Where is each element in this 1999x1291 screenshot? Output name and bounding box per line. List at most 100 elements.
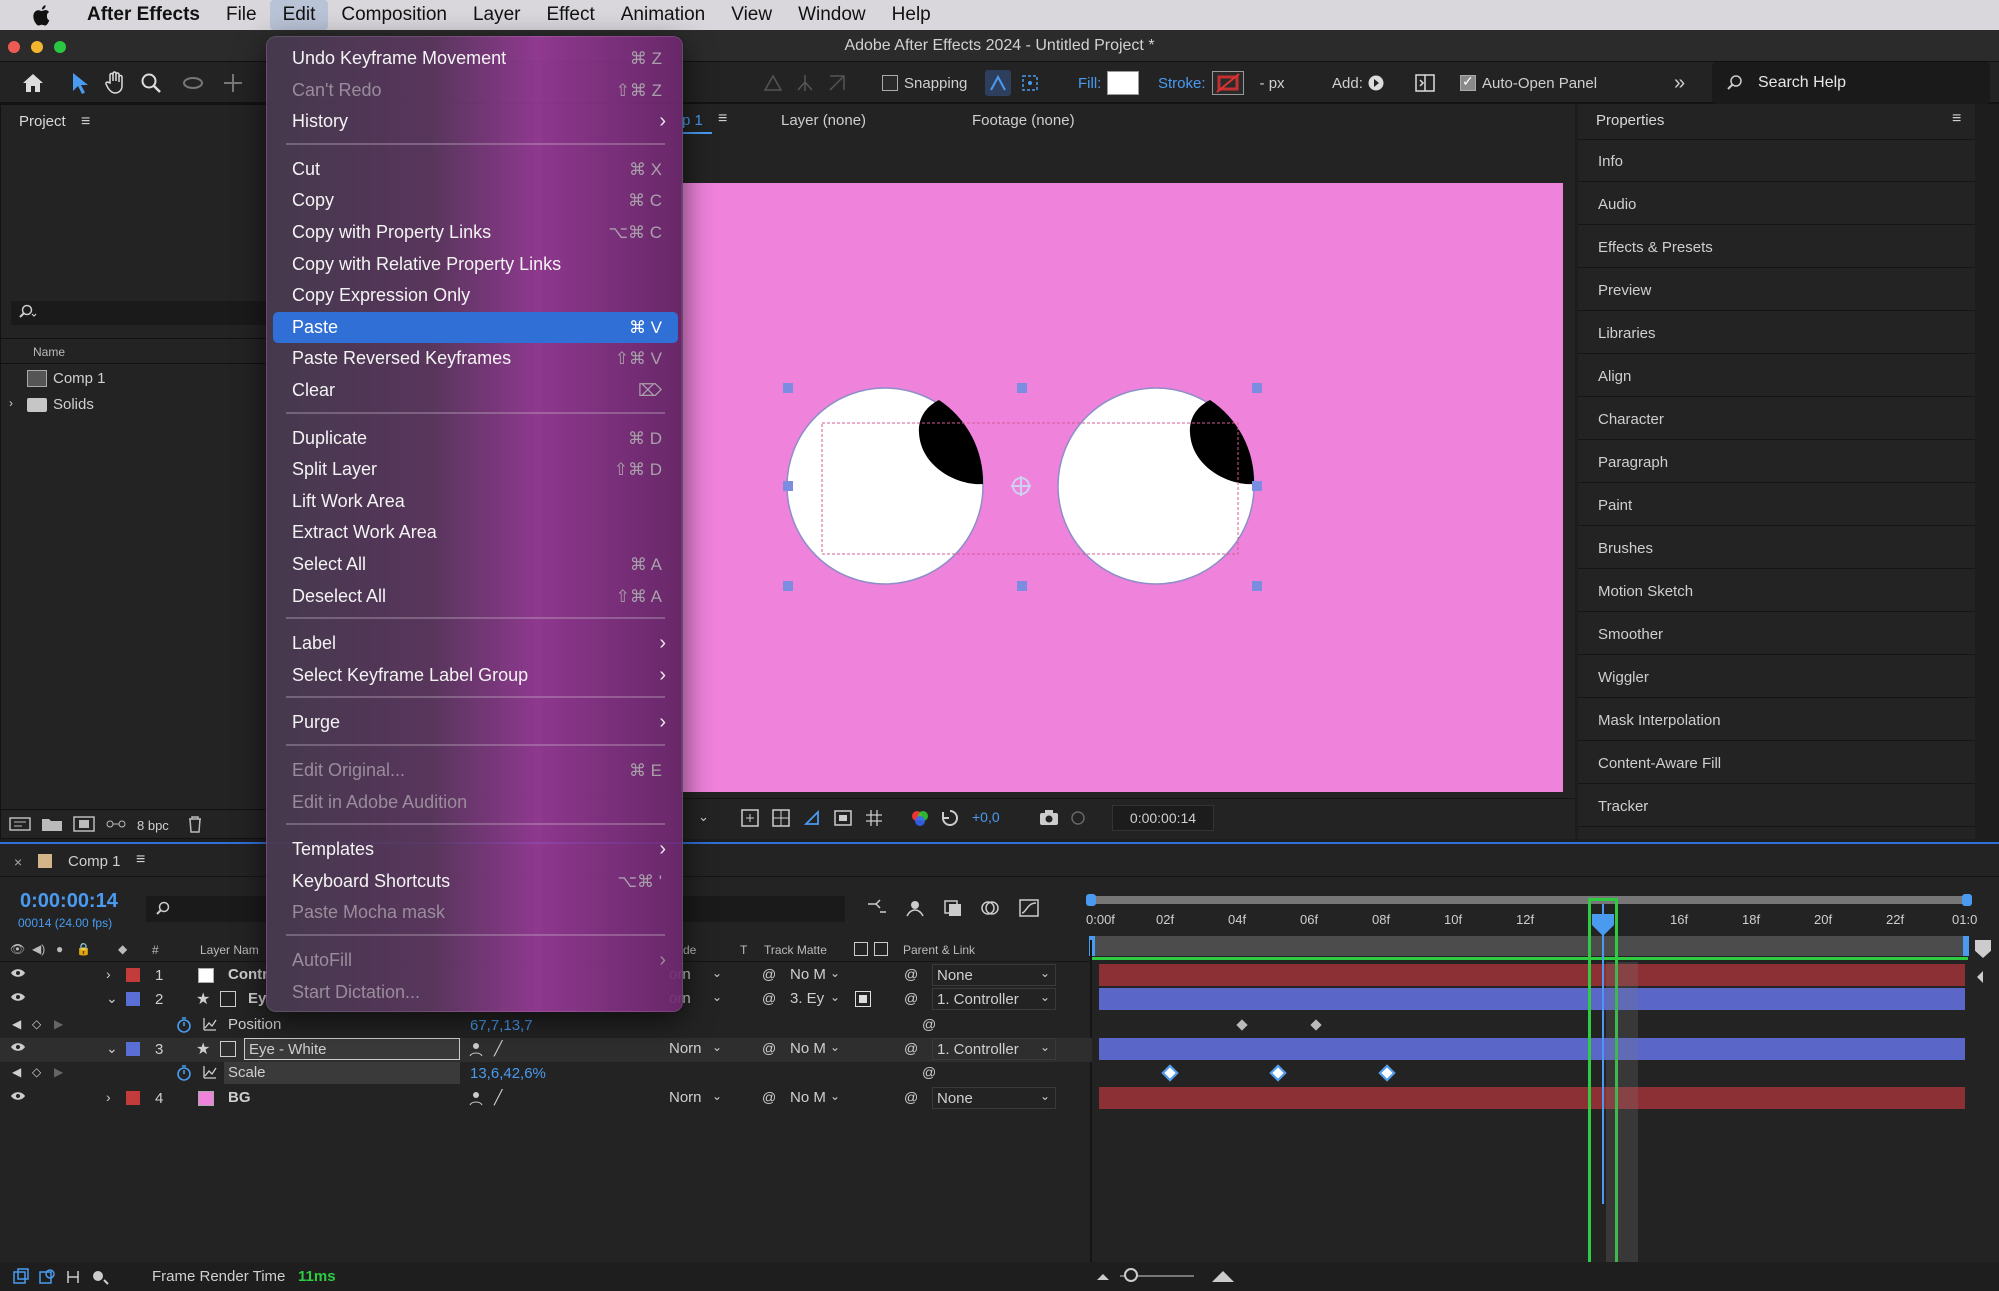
chevron-down-icon[interactable]: ⌄ (698, 809, 709, 825)
trash-icon[interactable] (187, 815, 203, 836)
interpret-footage-icon[interactable] (9, 816, 31, 835)
parent-pickwhip-icon[interactable]: @ (904, 1040, 918, 1056)
menu-help[interactable]: Help (879, 0, 944, 30)
menu-item-copy-expression-only[interactable]: Copy Expression Only (273, 280, 678, 311)
motion-blur-icon[interactable] (980, 898, 1002, 923)
close-tab-icon[interactable]: × (14, 854, 22, 870)
exposure-value[interactable]: +0,0 (972, 809, 1000, 825)
menu-item-templates[interactable]: Templates › (273, 834, 678, 865)
snapping-toggle[interactable]: Snapping (882, 62, 967, 104)
zoom-window-button[interactable] (54, 41, 66, 53)
stopwatch-icon[interactable] (176, 1064, 192, 1086)
render-time-icon[interactable] (90, 1268, 110, 1290)
layer-name[interactable]: BG (224, 1087, 251, 1109)
pan-behind-tool-icon[interactable] (220, 70, 246, 96)
label-header-icon[interactable]: ◆ (118, 942, 127, 956)
navigator-end-handle[interactable] (1962, 894, 1972, 906)
properties-item-brushes[interactable]: Brushes (1578, 529, 1975, 569)
snapshot-camera-icon[interactable] (1038, 808, 1060, 833)
menu-item-split-layer[interactable]: Split Layer ⇧⌘ D (273, 454, 678, 485)
menu-item-keyboard-shortcuts[interactable]: Keyboard Shortcuts ⌥⌘ ' (273, 866, 678, 897)
layer-label-color[interactable] (126, 968, 140, 982)
add-keyframe-icon[interactable]: ◇ (32, 1017, 41, 1031)
channels-icon[interactable] (910, 808, 930, 833)
parent-select[interactable]: 1. Controller (932, 988, 1056, 1010)
name-column-header[interactable]: Name (33, 345, 65, 359)
parent-select[interactable]: None (932, 964, 1056, 986)
previous-keyframe-icon[interactable]: ◀ (12, 1065, 21, 1079)
properties-item-content-aware-fill[interactable]: Content-Aware Fill (1578, 744, 1975, 784)
in-out-columns-icon[interactable] (64, 1268, 82, 1290)
menu-item-duplicate[interactable]: Duplicate ⌘ D (273, 423, 678, 454)
switch-quality-icon[interactable]: ╱ (494, 1040, 502, 1057)
expression-pickwhip-icon[interactable]: @ (922, 1064, 936, 1080)
properties-item-align[interactable]: Align (1578, 357, 1975, 397)
chevron-right-icon[interactable]: › (9, 396, 13, 410)
auto-open-panel-checkbox[interactable] (1460, 73, 1476, 91)
pickwhip-icon[interactable]: @ (762, 1040, 776, 1056)
switch-shy-icon[interactable] (468, 1041, 484, 1061)
puppet-advanced-tool-icon[interactable] (792, 70, 818, 96)
region-of-interest-icon[interactable] (740, 808, 760, 833)
work-area-bar[interactable] (1092, 936, 1968, 956)
visibility-eye-icon[interactable] (10, 967, 26, 982)
menu-app[interactable]: After Effects (74, 0, 213, 30)
parent-pickwhip-icon[interactable]: @ (904, 1089, 918, 1105)
next-keyframe-icon[interactable]: ▶ (54, 1065, 63, 1079)
layer-duration-bar[interactable] (1099, 1038, 1965, 1060)
layer-name[interactable]: Ey (244, 988, 266, 1010)
property-value[interactable]: 13,6,42,6% (470, 1065, 546, 1082)
properties-item-mask-interpolation[interactable]: Mask Interpolation (1578, 701, 1975, 741)
track-matte-select[interactable]: No M (790, 964, 826, 986)
menu-item-copy-with-relative-property-links[interactable]: Copy with Relative Property Links (273, 249, 678, 280)
matte-invert-icon[interactable] (874, 942, 888, 956)
pickwhip-icon[interactable]: @ (762, 966, 776, 982)
show-snapshot-icon[interactable] (1068, 808, 1088, 833)
reset-exposure-icon[interactable] (940, 808, 960, 833)
auto-open-panel-toggle[interactable]: Auto-Open Panel (1460, 62, 1597, 104)
add-keyframe-icon[interactable]: ◇ (32, 1065, 41, 1079)
menu-view[interactable]: View (718, 0, 785, 30)
composition-canvas[interactable] (681, 183, 1563, 792)
time-navigator-bar[interactable] (1090, 896, 1968, 904)
parent-pickwhip-icon[interactable]: @ (904, 990, 918, 1006)
menu-edit[interactable]: Edit (269, 0, 329, 30)
layer-label-color[interactable] (126, 1091, 140, 1105)
matte-alpha-icon[interactable] (854, 942, 868, 956)
lock-header-icon[interactable]: 🔒 (76, 942, 91, 956)
track-matte-t-header[interactable]: T (740, 943, 747, 957)
properties-item-paragraph[interactable]: Paragraph (1578, 443, 1975, 483)
menu-item-lift-work-area[interactable]: Lift Work Area (273, 486, 678, 517)
matte-alpha-icon[interactable] (855, 991, 871, 1007)
parent-pickwhip-icon[interactable]: @ (904, 966, 918, 982)
property-row-scale[interactable]: ◀ ◇ ▶ Scale 13,6,42,6% @ (0, 1062, 1092, 1086)
chevron-down-icon[interactable]: ⌄ (106, 990, 118, 1007)
minimize-window-button[interactable] (31, 41, 43, 53)
track-matte-select[interactable]: 3. Ey (790, 988, 824, 1010)
switch-shy-icon[interactable] (468, 1090, 484, 1110)
menu-item-clear[interactable]: Clear ⌦ (273, 375, 678, 406)
render-layers-icon[interactable] (12, 1268, 30, 1290)
properties-item-smoother[interactable]: Smoother (1578, 615, 1975, 655)
comp-marker-bin-icon[interactable] (1975, 940, 1991, 958)
next-keyframe-icon[interactable]: ▶ (54, 1017, 63, 1031)
layer-duration-bar[interactable] (1099, 1087, 1965, 1109)
grid-guides-icon[interactable] (864, 808, 884, 833)
properties-item-libraries[interactable]: Libraries (1578, 314, 1975, 354)
solo-header-icon[interactable]: ● (56, 942, 63, 956)
menu-composition[interactable]: Composition (328, 0, 460, 30)
puppet-bend-tool-icon[interactable] (824, 70, 850, 96)
new-folder-icon[interactable] (41, 816, 63, 835)
snap-edges-icon[interactable] (985, 70, 1011, 96)
keyframe-diamond[interactable] (1236, 1019, 1248, 1031)
timeline-zoom-slider-thumb[interactable] (1124, 1268, 1138, 1282)
work-area-end[interactable] (1963, 936, 1969, 956)
panel-menu-icon[interactable]: ≡ (1952, 110, 1961, 128)
expression-pickwhip-icon[interactable]: @ (922, 1016, 936, 1032)
hand-tool-icon[interactable] (102, 70, 128, 96)
menu-item-deselect-all[interactable]: Deselect All ⇧⌘ A (273, 581, 678, 612)
keyframe-diamond[interactable] (1161, 1064, 1179, 1082)
graph-icon[interactable] (202, 1016, 218, 1036)
properties-item-paint[interactable]: Paint (1578, 486, 1975, 526)
visibility-eye-icon[interactable] (10, 1090, 26, 1105)
